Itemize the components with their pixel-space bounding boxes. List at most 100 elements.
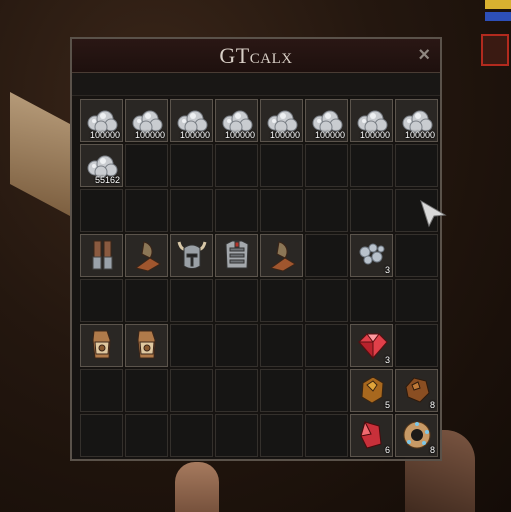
inventory-slot-empty[interactable]: [395, 234, 438, 277]
inventory-slot-item[interactable]: 100000: [395, 99, 438, 142]
inventory-slot-empty[interactable]: [305, 144, 348, 187]
inventory-slot-item[interactable]: 100000: [350, 99, 393, 142]
inventory-slot-empty[interactable]: [260, 144, 303, 187]
inventory-slot-empty[interactable]: [125, 189, 168, 232]
inventory-slot-empty[interactable]: [215, 144, 258, 187]
inventory-slot-empty[interactable]: [170, 144, 213, 187]
brown-stone-icon: [405, 377, 430, 403]
inventory-slot-empty[interactable]: [305, 234, 348, 277]
inventory-slot-item[interactable]: 8: [395, 414, 438, 457]
close-icon[interactable]: ×: [418, 45, 430, 65]
inventory-slot-item[interactable]: 100000: [80, 99, 123, 142]
inventory-slot-empty[interactable]: [80, 369, 123, 412]
inventory-slot-empty[interactable]: [260, 369, 303, 412]
inventory-slot-empty[interactable]: [80, 414, 123, 457]
inventory-slot-item[interactable]: 3: [350, 324, 393, 367]
ruby-shard-icon: [360, 420, 382, 449]
gauntlet-icon: [137, 330, 156, 359]
amber-stone-icon: [361, 376, 384, 404]
inventory-slot-item[interactable]: [215, 234, 258, 277]
item-quantity: 3: [384, 355, 390, 365]
inventory-slot-empty[interactable]: [350, 189, 393, 232]
inventory-slot-empty[interactable]: [215, 324, 258, 367]
item-quantity: 100000: [179, 130, 210, 140]
inventory-slot-item[interactable]: [125, 324, 168, 367]
inventory-slot-empty[interactable]: [305, 189, 348, 232]
character-portrait[interactable]: [481, 34, 509, 66]
ring-icon: [403, 421, 431, 449]
inventory-slot-empty[interactable]: [170, 189, 213, 232]
inventory-slot-item[interactable]: [80, 324, 123, 367]
chest-armor-icon: [225, 240, 249, 269]
item-quantity: 6: [384, 445, 390, 455]
inventory-slot-empty[interactable]: [305, 369, 348, 412]
inventory-slot-empty[interactable]: [305, 324, 348, 367]
item-quantity: 100000: [224, 130, 255, 140]
inventory-slot-empty[interactable]: [125, 369, 168, 412]
inventory-slot-item[interactable]: 5: [350, 369, 393, 412]
inventory-slot-empty[interactable]: [350, 144, 393, 187]
inventory-slot-item[interactable]: 3: [350, 234, 393, 277]
item-quantity: 100000: [359, 130, 390, 140]
inventory-slot-empty[interactable]: [170, 279, 213, 322]
item-quantity: 5: [384, 400, 390, 410]
inventory-slot-item[interactable]: 100000: [260, 99, 303, 142]
inventory-slot-empty[interactable]: [80, 189, 123, 232]
inventory-slot-empty[interactable]: [260, 414, 303, 457]
inventory-slot-empty[interactable]: [125, 279, 168, 322]
inventory-slot-empty[interactable]: [215, 189, 258, 232]
inventory-window: GTcalx × 100000 100000 100000 100000 100000 1…: [70, 37, 442, 461]
red-gem-icon: [357, 333, 388, 360]
inventory-slot-empty[interactable]: [215, 414, 258, 457]
inventory-grid: 100000 100000 100000 100000 100000 100000 1000…: [80, 99, 438, 457]
inventory-slot-item[interactable]: [170, 234, 213, 277]
inventory-slot-item[interactable]: 8: [395, 369, 438, 412]
arm-guard-icon: [269, 241, 296, 272]
inventory-slot-empty[interactable]: [395, 144, 438, 187]
inventory-slot-empty[interactable]: [170, 414, 213, 457]
inventory-slot-item[interactable]: [125, 234, 168, 277]
window-toolbar: [72, 73, 440, 96]
mana-bar: [485, 12, 511, 21]
inventory-slot-empty[interactable]: [170, 324, 213, 367]
window-title: GTcalx: [219, 42, 293, 68]
stamina-bar: [485, 0, 511, 9]
item-quantity: 100000: [404, 130, 435, 140]
inventory-slot-empty[interactable]: [395, 324, 438, 367]
inventory-slot-item[interactable]: 55162: [80, 144, 123, 187]
inventory-slot-item[interactable]: 100000: [305, 99, 348, 142]
item-quantity: 100000: [269, 130, 300, 140]
inventory-slot-empty[interactable]: [215, 279, 258, 322]
arm-guard-icon: [134, 241, 161, 272]
mouse-cursor-icon: [420, 199, 447, 228]
item-quantity: 8: [429, 445, 435, 455]
inventory-slot-item[interactable]: 6: [350, 414, 393, 457]
item-quantity: 100000: [89, 130, 120, 140]
item-quantity: 100000: [134, 130, 165, 140]
inventory-slot-empty[interactable]: [305, 279, 348, 322]
inventory-slot-empty[interactable]: [170, 369, 213, 412]
character-foot: [175, 462, 219, 512]
inventory-slot-empty[interactable]: [125, 144, 168, 187]
inventory-slot-empty[interactable]: [305, 414, 348, 457]
inventory-slot-empty[interactable]: [80, 279, 123, 322]
inventory-slot-empty[interactable]: [260, 189, 303, 232]
horned-helmet-icon: [177, 241, 207, 269]
inventory-slot-item[interactable]: 100000: [170, 99, 213, 142]
inventory-slot-item[interactable]: 100000: [215, 99, 258, 142]
item-quantity: 3: [384, 265, 390, 275]
item-quantity: 100000: [314, 130, 345, 140]
inventory-slot-empty[interactable]: [350, 279, 393, 322]
inventory-slot-item[interactable]: [260, 234, 303, 277]
inventory-slot-item[interactable]: 100000: [125, 99, 168, 142]
inventory-slot-empty[interactable]: [395, 279, 438, 322]
window-titlebar[interactable]: GTcalx ×: [72, 39, 440, 73]
inventory-slot-empty[interactable]: [260, 324, 303, 367]
inventory-slot-empty[interactable]: [215, 369, 258, 412]
hud-status-bars: [485, 0, 511, 24]
inventory-slot-empty[interactable]: [260, 279, 303, 322]
leg-armor-icon: [92, 240, 113, 270]
inventory-slot-empty[interactable]: [125, 414, 168, 457]
item-quantity: 8: [429, 400, 435, 410]
inventory-slot-item[interactable]: [80, 234, 123, 277]
